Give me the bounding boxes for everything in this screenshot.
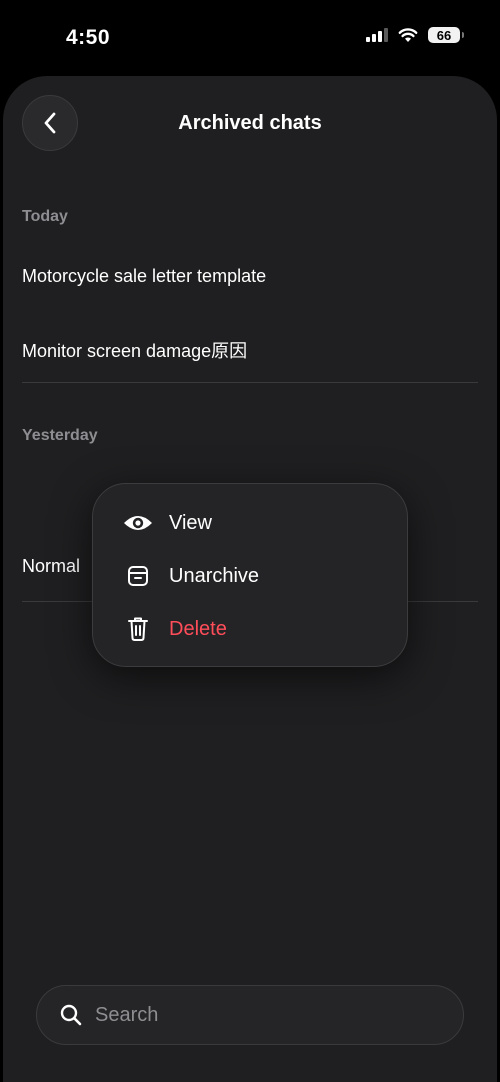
page-title: Archived chats	[178, 112, 322, 134]
section-label-yesterday: Yesterday	[22, 427, 98, 444]
search-icon	[60, 1004, 82, 1026]
menu-item-label: Unarchive	[169, 564, 260, 587]
menu-item-label: View	[169, 511, 212, 534]
context-menu: View Unarchive Delete	[92, 483, 408, 667]
menu-item-unarchive[interactable]: Unarchive	[121, 558, 259, 594]
chat-item[interactable]: Normal	[22, 556, 80, 577]
search-input[interactable]: Search	[95, 1004, 158, 1027]
divider	[22, 382, 478, 383]
status-time: 4:50	[66, 26, 111, 49]
chat-item[interactable]: Motorcycle sale letter template	[22, 266, 266, 287]
trash-icon	[121, 614, 155, 644]
status-bar: 4:50 66	[0, 0, 500, 76]
cellular-signal-icon	[366, 28, 388, 42]
status-icons: 66	[366, 27, 464, 43]
archived-chats-sheet: Archived chats Today Motorcycle sale let…	[3, 76, 497, 1082]
battery-icon: 66	[428, 27, 464, 43]
search-bar[interactable]: Search	[36, 985, 464, 1045]
menu-item-delete[interactable]: Delete	[121, 611, 227, 647]
section-label-today: Today	[22, 208, 68, 225]
eye-icon	[121, 508, 155, 538]
archive-box-icon	[121, 561, 155, 591]
chat-item[interactable]: Monitor screen damage原因	[22, 337, 247, 363]
menu-item-view[interactable]: View	[121, 505, 212, 541]
menu-item-label: Delete	[169, 617, 227, 640]
wifi-icon	[398, 28, 418, 42]
